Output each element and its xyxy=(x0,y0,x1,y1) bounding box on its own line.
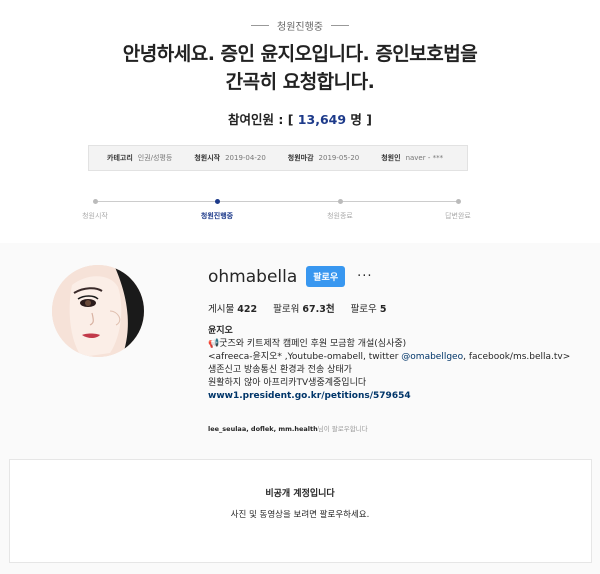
following-stat[interactable]: 팔로우 5 xyxy=(351,301,387,315)
info-key: 카테고리 xyxy=(107,154,133,162)
twitter-mention[interactable]: @omabellgeo xyxy=(401,352,463,362)
bio-line-4: 원활하지 않아 아프리카TV생중계중입니다 xyxy=(208,378,367,388)
followed-by-suffix: 님이 팔로우합니다 xyxy=(317,425,368,433)
participants-number: 13,649 xyxy=(297,112,347,127)
step-dot xyxy=(455,198,461,204)
petition-progress: 청원시작 청원진행중 청원종료 답변완료 xyxy=(82,196,471,226)
avatar[interactable] xyxy=(52,265,144,357)
step-start: 청원시작 xyxy=(65,196,125,221)
info-end: 청원마감 2019-05-20 xyxy=(288,153,359,163)
info-start: 청원시작 2019-04-20 xyxy=(194,153,265,163)
progress-track xyxy=(95,201,458,202)
following-label: 팔로우 xyxy=(350,304,377,315)
petition-info-box: 카테고리 인권/성평등 청원시작 2019-04-20 청원마감 2019-05… xyxy=(88,145,468,171)
bio-line-2: <afreeca-윤지오* ,Youtube-omabell, twitter … xyxy=(208,351,588,364)
profile-bio: 윤지오 📢굿즈와 키트제작 캠페인 후원 모금함 개설(심사중) <afreec… xyxy=(208,325,588,403)
participants-suffix: 명 ] xyxy=(350,112,372,127)
info-value: 2019-04-20 xyxy=(225,154,266,162)
petition-status: 청원진행중 xyxy=(0,18,600,33)
posts-stat: 게시물 422 xyxy=(208,301,257,315)
followed-by-users: lee_seulaa, doflek, mm.health xyxy=(208,425,318,433)
private-account-title: 비공개 계정입니다 xyxy=(265,489,335,499)
followed-by[interactable]: lee_seulaa, doflek, mm.health님이 팔로우합니다 xyxy=(208,423,368,433)
divider-right xyxy=(331,25,349,26)
more-options-icon[interactable]: ··· xyxy=(357,269,372,284)
profile-header: ohmabella 팔로우 ··· xyxy=(208,266,373,287)
bio-link[interactable]: www1.president.go.kr/petitions/579654 xyxy=(208,390,588,403)
petition-title: 안녕하세요. 증인 윤지오입니다. 증인보호법을 간곡히 요청합니다. xyxy=(0,40,600,96)
followers-count: 67.3천 xyxy=(302,304,335,315)
followers-label: 팔로워 xyxy=(273,304,300,315)
step-dot xyxy=(214,198,220,204)
step-ended: 청원종료 xyxy=(310,196,370,221)
posts-label: 게시물 xyxy=(208,304,235,315)
step-label: 청원시작 xyxy=(82,211,108,220)
bio-line-3: 생존신고 방송통신 환경과 전송 상태가 xyxy=(208,365,352,375)
info-value: 인권/성평등 xyxy=(137,154,173,162)
followers-stat[interactable]: 팔로워 67.3천 xyxy=(273,301,334,315)
step-label: 청원진행중 xyxy=(200,211,234,220)
avatar-illustration xyxy=(52,265,144,357)
step-dot xyxy=(92,198,98,204)
bio-line-2a: <afreeca-윤지오* ,Youtube-omabell, twitter xyxy=(208,352,402,362)
info-value: 2019-05-20 xyxy=(318,154,360,162)
info-key: 청원인 xyxy=(381,154,401,162)
info-key: 청원시작 xyxy=(194,154,221,162)
private-account-description: 사진 및 동영상을 보려면 팔로우하세요. xyxy=(230,510,370,520)
step-label: 답변완료 xyxy=(445,211,471,220)
following-count: 5 xyxy=(379,304,387,315)
step-dot xyxy=(337,198,343,204)
profile-stats: 게시물 422 팔로워 67.3천 팔로우 5 xyxy=(208,301,386,315)
bio-line-1: 📢굿즈와 키트제작 캠페인 후원 모금함 개설(심사중) xyxy=(208,339,407,349)
posts-count: 422 xyxy=(237,304,258,315)
info-petitioner: 청원인 naver - *** xyxy=(381,153,443,163)
participants-count: 참여인원 : [ 13,649 명 ] xyxy=(0,109,600,128)
step-in-progress: 청원진행중 xyxy=(187,196,247,221)
petition-title-line1: 안녕하세요. 증인 윤지오입니다. 증인보호법을 xyxy=(122,43,478,65)
status-label: 청원진행중 xyxy=(277,22,323,33)
petition-title-line2: 간곡히 요청합니다. xyxy=(225,71,375,93)
info-key: 청원마감 xyxy=(287,154,314,162)
step-answered: 답변완료 xyxy=(428,196,488,221)
participants-label: 참여인원 : [ xyxy=(228,112,294,127)
username: ohmabella xyxy=(208,266,298,287)
divider-left xyxy=(251,25,269,26)
step-label: 청원종료 xyxy=(327,211,353,220)
follow-button[interactable]: 팔로우 xyxy=(306,266,346,287)
bio-line-2b: , facebook/ms.bella.tv> xyxy=(463,352,571,362)
info-category: 카테고리 인권/성평등 xyxy=(107,153,172,163)
full-name: 윤지오 xyxy=(208,326,233,336)
info-value: naver - *** xyxy=(405,154,444,162)
